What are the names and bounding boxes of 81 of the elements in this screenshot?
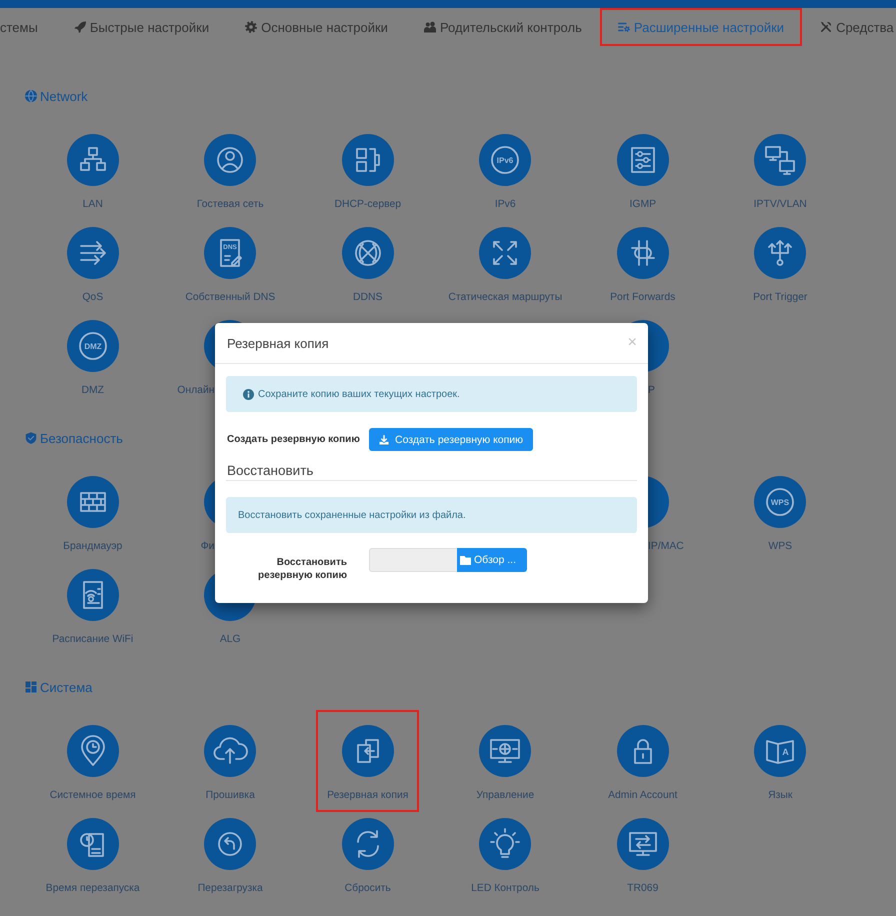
user-circle-icon [204,134,256,186]
nav-tab[interactable]: Средства [802,8,896,46]
clock-pin-icon [66,725,119,777]
language-book-icon: A [754,725,806,777]
settings-shortcut[interactable]: A Язык [754,725,806,803]
settings-shortcut[interactable]: IPTV/VLAN [754,134,807,212]
tools-icon [820,21,832,33]
settings-shortcut[interactable]: DDNS [342,227,394,305]
settings-shortcut[interactable]: LED Контроль [471,818,540,896]
sliders-icon [616,134,669,186]
settings-shortcut[interactable]: Брандмауэр [63,476,122,554]
alert-text: Восстановить сохраненные настройки из файла. [238,510,466,520]
ipv6-ring-icon: IPv6 [479,134,532,186]
branch-arrows-icon [754,227,806,279]
network-tree-icon [66,134,119,186]
arrows-right-icon [66,227,119,279]
settings-shortcut[interactable]: Гостевая сеть [196,134,264,212]
nav-tab[interactable]: Быстрые настройки [56,8,228,46]
nav-tab[interactable]: стемы [0,8,56,46]
settings-shortcut[interactable]: Системное время [50,725,136,803]
settings-shortcut[interactable]: Port Forwards [610,227,676,305]
settings-shortcut[interactable]: Admin Account [608,725,678,803]
monitors-icon [754,134,806,186]
settings-shortcut[interactable]: LAN [66,134,119,212]
crossed-circle-icon [342,227,394,279]
wifi-document-icon [66,569,119,621]
sliders-gear-icon [618,21,630,33]
settings-shortcut[interactable]: Резервная копия [316,710,420,812]
settings-shortcut[interactable]: Прошивка [204,725,256,803]
section-title: Безопасность [40,430,123,446]
settings-shortcut[interactable]: IGMP [616,134,669,212]
padlock-icon [616,725,669,777]
settings-shortcut[interactable]: DMZ DMZ [66,320,119,398]
settings-shortcut[interactable]: Port Trigger [753,227,808,305]
rocket-icon [74,21,86,33]
wps-ring-icon: WPS [754,476,806,528]
info-icon [243,388,254,400]
browse-button[interactable]: Обзор ... [457,548,527,572]
file-field[interactable] [369,548,457,572]
monitor-arrows-icon [616,818,669,870]
folder-icon [460,555,472,565]
create-backup-button[interactable]: Создать резервную копию [369,428,534,451]
gear-icon [245,21,258,33]
brick-wall-icon [66,476,119,528]
settings-shortcut[interactable]: Время перезапуска [46,818,140,896]
lightbulb-icon [479,818,532,870]
nav-tab[interactable]: Родительский контроль [406,8,600,46]
settings-shortcut[interactable]: DHCP-сервер [334,134,402,212]
expand-arrows-icon [479,227,532,279]
alert-text: Сохраните копию ваших текущих настроек. [258,388,460,400]
restart-icon [204,818,256,870]
settings-shortcut[interactable]: Расписание WiFi [52,569,134,647]
settings-shortcut[interactable]: Статическая маршруты [448,227,562,305]
form-label: Восстановить резервную копию [257,556,348,582]
settings-shortcut[interactable]: WPS WPS [754,476,806,554]
globe-icon [25,90,37,102]
nav-tab[interactable]: Основные настройки [227,8,406,46]
users-icon [424,21,436,33]
settings-shortcut[interactable]: Управление [476,725,534,803]
section-heading: Восстановить [227,463,314,478]
refresh-icon [342,818,394,870]
settings-shortcut[interactable]: Сбросить [342,818,394,896]
section-title: Система [40,680,92,694]
modal-title: Резервная копия [227,336,329,350]
dashboard-icon [25,681,37,693]
shield-check-icon [25,432,37,444]
settings-shortcut[interactable]: QoS [66,227,119,305]
blocks-icon [342,134,394,186]
section-title: Network [40,88,88,104]
cloud-upload-icon [204,725,256,777]
dmz-ring-icon: DMZ [66,320,119,372]
settings-shortcut[interactable]: Перезагрузка [198,818,263,896]
nav-tab[interactable]: Расширенные настройки [600,8,802,46]
monitor-globe-icon [479,725,532,777]
settings-shortcut[interactable]: IPv6 IPv6 [479,134,532,212]
download-icon [379,434,389,444]
settings-shortcut[interactable]: TR069 [616,818,669,896]
hash-loop-icon [616,227,669,279]
clock-document-icon [66,818,119,870]
form-label: Создать резервную копию [226,434,361,445]
close-button[interactable]: × [628,335,637,351]
